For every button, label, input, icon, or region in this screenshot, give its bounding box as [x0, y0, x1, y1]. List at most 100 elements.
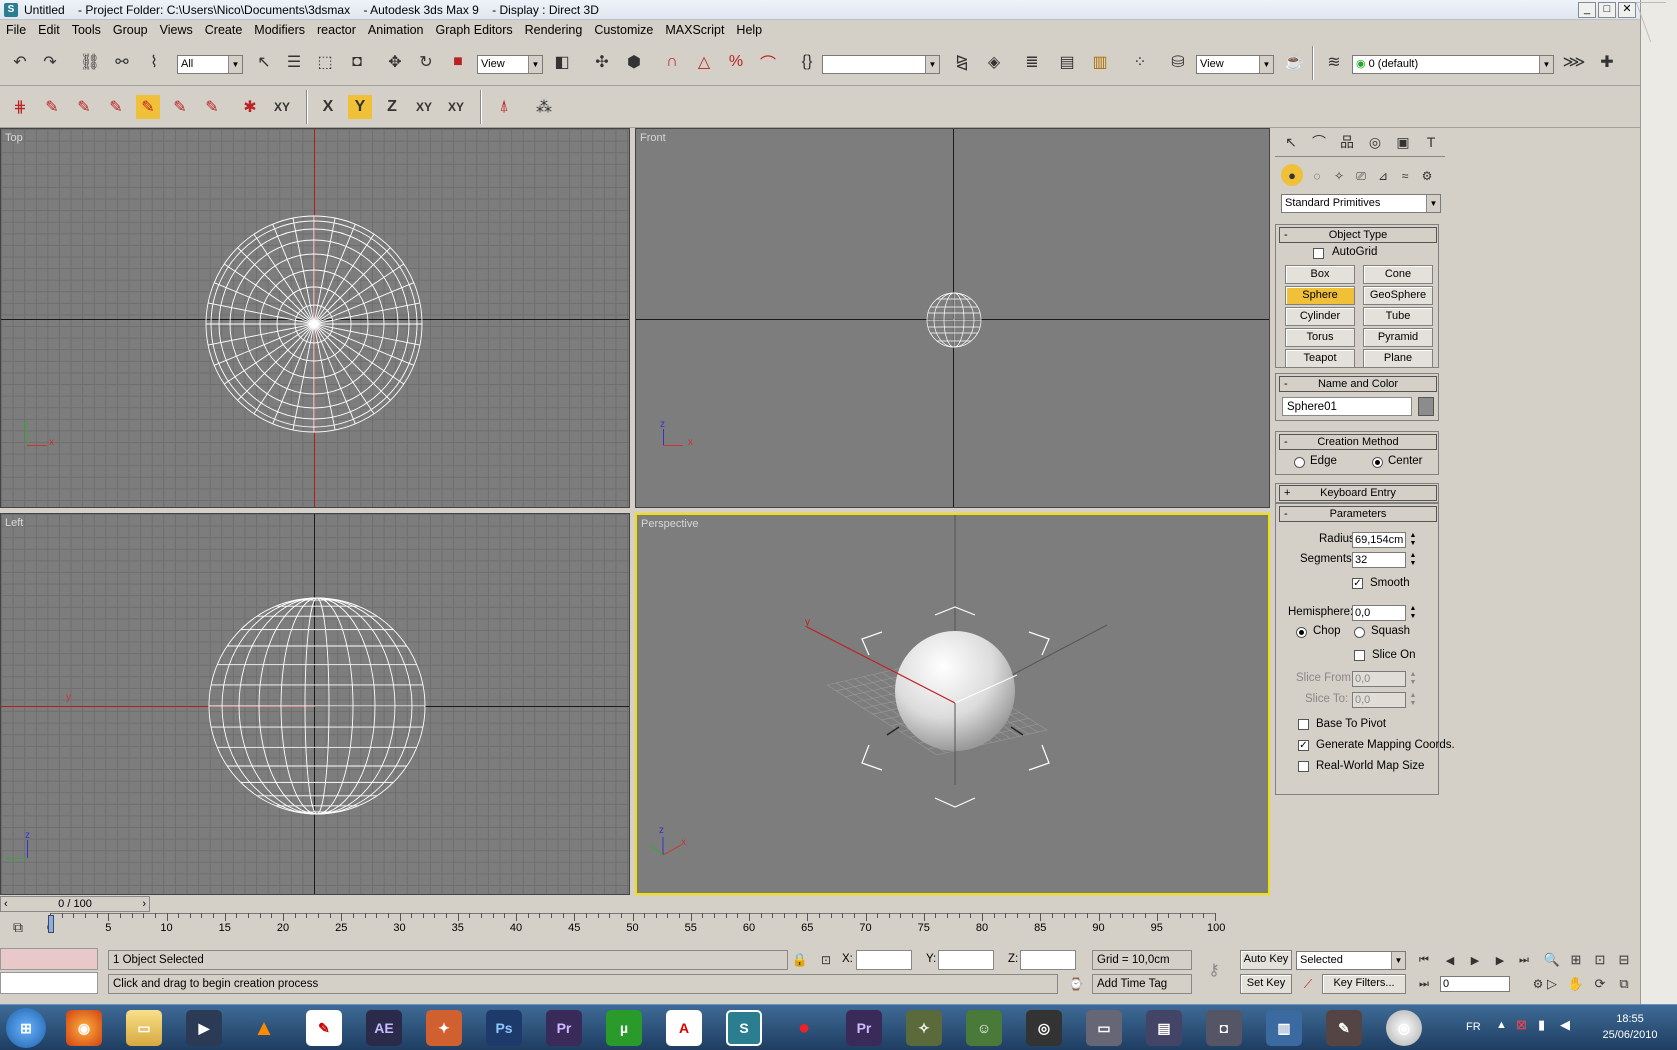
layer-dropdown[interactable]: ◉ 0 (default) ▼ — [1352, 55, 1554, 74]
spinner-icon[interactable]: ▲ ▼ — [1407, 671, 1419, 687]
motion-tab-icon[interactable]: ◎ — [1363, 130, 1387, 154]
spinner-snap-icon[interactable]: ⌒ — [756, 50, 780, 74]
previous-frame-icon[interactable]: ◀ — [1438, 948, 1462, 972]
time-marker[interactable] — [48, 915, 54, 933]
maximize-viewport-icon[interactable]: ⧉ — [1612, 972, 1636, 996]
menu-create[interactable]: Create — [199, 23, 249, 37]
spinner-icon[interactable]: ▲ ▼ — [1407, 552, 1419, 568]
menu-customize[interactable]: Customize — [588, 23, 659, 37]
slice-on-checkbox[interactable] — [1354, 650, 1365, 661]
menu-tools[interactable]: Tools — [66, 23, 107, 37]
ladybug-icon[interactable]: ● — [786, 1010, 822, 1046]
go-to-start-icon[interactable]: ⏮ — [1412, 948, 1436, 972]
key-icon[interactable]: ⚷ — [1202, 958, 1226, 982]
edge-radio[interactable] — [1294, 457, 1305, 468]
create-layer-icon[interactable]: ⋙ — [1562, 50, 1586, 74]
gen-mapping-checkbox[interactable]: ✓ — [1298, 740, 1309, 751]
viewport-left[interactable]: Left y z — [0, 513, 630, 895]
box-button[interactable]: Box — [1285, 265, 1355, 284]
render-scene-icon[interactable]: ⛁ — [1166, 50, 1190, 74]
unlink-icon[interactable]: ⚯ — [110, 50, 134, 74]
office-icon[interactable]: ✦ — [426, 1010, 462, 1046]
radius-input[interactable]: 69,154cm ▲ ▼ — [1352, 532, 1416, 548]
helpers-icon[interactable]: ⊿ — [1371, 164, 1395, 188]
z-coordinate-input[interactable] — [1020, 950, 1076, 970]
time-slider[interactable]: ‹ 0 / 100 › — [0, 896, 150, 912]
modify-tab-icon[interactable]: ⌒ — [1307, 130, 1331, 154]
name-color-header[interactable]: - Name and Color — [1279, 376, 1437, 392]
photo-app-icon[interactable]: ▤ — [1146, 1010, 1182, 1046]
tube-button[interactable]: Tube — [1363, 307, 1433, 326]
squash-radio[interactable] — [1354, 627, 1365, 638]
clock[interactable]: 18:55 25/06/2010 — [1590, 1011, 1670, 1043]
premiere-2-icon[interactable]: Pr — [846, 1010, 882, 1046]
menu-graph-editors[interactable]: Graph Editors — [430, 23, 519, 37]
window-crossing-icon[interactable]: ◘ — [345, 50, 369, 74]
cameras-icon[interactable]: ⎚ — [1349, 164, 1373, 188]
sphere-button[interactable]: Sphere — [1285, 286, 1355, 305]
avira-icon[interactable]: A — [666, 1010, 702, 1046]
layers-icon[interactable]: ≋ — [1322, 50, 1346, 74]
pyramid-button[interactable]: Pyramid — [1363, 328, 1433, 347]
angle-snap-icon[interactable]: △ — [692, 50, 716, 74]
lights-icon[interactable]: ✧ — [1327, 164, 1351, 188]
redo-icon[interactable]: ↷ — [38, 50, 62, 74]
slice-from-input[interactable]: 0,0 ▲ ▼ — [1352, 671, 1416, 687]
reactor-deform-icon[interactable]: ✎ — [136, 95, 160, 119]
spinner-icon[interactable]: ▲ ▼ — [1407, 532, 1419, 548]
app-icon[interactable]: ✧ — [906, 1010, 942, 1046]
material-editor-icon[interactable]: ⁘ — [1128, 50, 1152, 74]
rectangular-selection-icon[interactable]: ⬚ — [313, 50, 337, 74]
axis-x-button[interactable]: X — [316, 95, 340, 119]
axis-xy-button[interactable]: XY — [412, 95, 436, 119]
menu-maxscript[interactable]: MAXScript — [659, 23, 730, 37]
language-indicator[interactable]: FR — [1466, 1021, 1481, 1033]
named-selection-dropdown[interactable]: ▼ — [822, 55, 940, 74]
chevron-left-icon[interactable]: ‹ — [4, 897, 8, 911]
absolute-mode-icon[interactable]: ⊡ — [814, 948, 838, 972]
axis-y-button[interactable]: Y — [348, 95, 372, 119]
field-of-view-icon[interactable]: ▷ — [1540, 972, 1564, 996]
premiere-icon[interactable]: Pr — [546, 1010, 582, 1046]
play-icon[interactable]: ▶ — [1463, 948, 1487, 972]
menu-help[interactable]: Help — [730, 23, 768, 37]
network-alert-icon[interactable]: ⊠ — [1516, 1017, 1527, 1033]
cylinder-button[interactable]: Cylinder — [1285, 307, 1355, 326]
vlc-icon[interactable]: ▲ — [246, 1010, 282, 1046]
autogrid-checkbox[interactable] — [1313, 248, 1324, 259]
creation-method-header[interactable]: - Creation Method — [1279, 434, 1437, 450]
keyboard-entry-header[interactable]: + Keyboard Entry — [1279, 485, 1437, 501]
auto-key-button[interactable]: Auto Key — [1240, 950, 1292, 970]
go-to-end-icon[interactable]: ⏭ — [1512, 948, 1536, 972]
x-coordinate-input[interactable] — [856, 950, 912, 970]
parameters-header[interactable]: - Parameters — [1279, 506, 1437, 522]
media-player-icon[interactable]: ▶ — [186, 1010, 222, 1046]
messenger-icon[interactable]: ☺ — [966, 1010, 1002, 1046]
schematic-view-icon[interactable]: ▥ — [1088, 50, 1112, 74]
align-icon[interactable]: ◈ — [982, 50, 1006, 74]
zoom-icon[interactable]: 🔍 — [1540, 948, 1564, 972]
teapot-button[interactable]: Teapot — [1285, 349, 1355, 368]
firefox-icon[interactable]: ◉ — [66, 1010, 102, 1046]
select-by-name-icon[interactable]: ☰ — [282, 50, 306, 74]
reactor-rope-icon[interactable]: ✎ — [104, 95, 128, 119]
render-view-dropdown[interactable]: View ▼ — [1196, 55, 1274, 74]
y-coordinate-input[interactable] — [938, 950, 994, 970]
lock-icon[interactable]: 🔒 — [788, 948, 812, 972]
film-reel-icon[interactable]: ◎ — [1026, 1010, 1062, 1046]
maxscript-mini-listener[interactable] — [0, 972, 98, 994]
select-link-icon[interactable]: ⛓ — [78, 50, 102, 74]
layer-manager-icon[interactable]: ≣ — [1020, 50, 1044, 74]
maximize-button[interactable]: □ — [1598, 2, 1616, 18]
pivot-center-icon[interactable]: ◧ — [550, 50, 574, 74]
reference-coord-dropdown[interactable]: View ▼ — [477, 55, 543, 74]
geometry-icon[interactable]: ● — [1281, 164, 1303, 186]
menu-animation[interactable]: Animation — [362, 23, 430, 37]
reactor-rigid-icon[interactable]: ⋕ — [8, 95, 32, 119]
viewport-front[interactable]: Front z x — [635, 128, 1270, 508]
viewport-top[interactable]: Top y x — [0, 128, 630, 508]
pan-icon[interactable]: ✋ — [1564, 972, 1588, 996]
volume-icon[interactable]: ◀ — [1560, 1017, 1570, 1033]
chevron-right-icon[interactable]: › — [142, 897, 146, 911]
object-type-header[interactable]: - Object Type — [1279, 227, 1437, 243]
